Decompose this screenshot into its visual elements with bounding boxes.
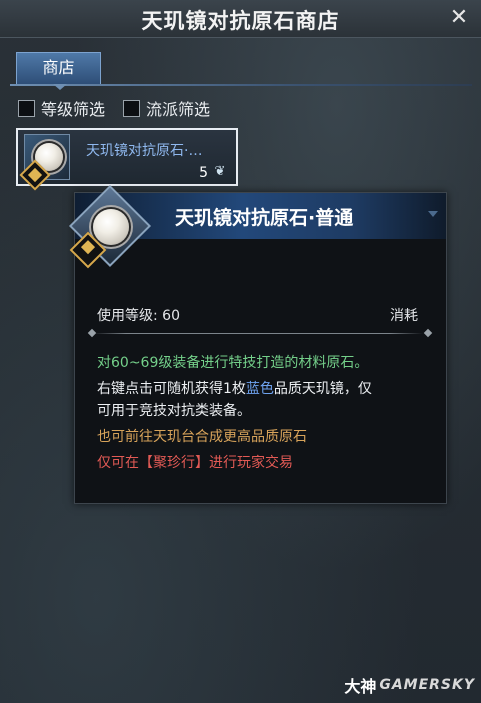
feather-icon: ❦ [214, 164, 226, 179]
watermark-en: GAMERSKY [379, 677, 475, 693]
divider [93, 333, 423, 334]
checkbox-icon [123, 99, 140, 117]
close-button[interactable]: ✕ [447, 6, 471, 30]
desc-line-1: 对60~69级装备进行特技打造的材料原石。 [97, 355, 369, 371]
desc-line-2-prefix: 右键点击可随机获得1枚 [97, 381, 246, 397]
desc-line-2-suffix: 品质天玑镜，仅 [273, 381, 372, 397]
item-price: 5 [199, 165, 208, 181]
desc-line-5: 仅可在【聚珍行】进行玩家交易 [97, 455, 293, 471]
divider-dot-left [87, 328, 97, 338]
item-tooltip: 天玑镜对抗原石·普通 使用等级: 60 消耗 对60~69级装备进行特技打造的材… [68, 184, 447, 504]
tooltip-item-icon [68, 184, 152, 269]
close-icon: ✕ [449, 5, 469, 30]
desc-line-2: 右键点击可随机获得1枚蓝色品质天玑镜，仅 [97, 379, 372, 399]
shop-window: 天玑镜对抗原石商店 ✕ 商店 等级筛选 流派筛选 天玑镜对抗原石·… 5 ❦ 天… [0, 0, 481, 703]
desc-line-2-highlight: 蓝色 [245, 381, 274, 397]
tooltip-title: 天玑镜对抗原石·普通 [175, 207, 354, 229]
level-filter-checkbox[interactable]: 等级筛选 [18, 98, 106, 119]
watermark: 大神 GAMERSKY [344, 673, 475, 697]
tab-underline [10, 84, 472, 86]
tooltip-arrow-icon [428, 211, 438, 217]
school-filter-checkbox[interactable]: 流派筛选 [123, 98, 211, 119]
tab-pointer [53, 84, 67, 90]
use-level: 使用等级: 60 [97, 308, 180, 324]
shop-item-card[interactable]: 天玑镜对抗原石·… 5 ❦ [16, 128, 238, 191]
school-filter-label: 流派筛选 [146, 100, 211, 119]
divider-dot-right [423, 328, 433, 338]
checkbox-icon [18, 99, 35, 117]
desc-line-4: 也可前往天玑台合成更高品质原石 [97, 429, 307, 445]
item-name: 天玑镜对抗原石·… [86, 143, 203, 159]
pearl-orb-icon [93, 209, 129, 245]
tab-shop[interactable]: 商店 [16, 52, 101, 84]
item-type: 消耗 [390, 308, 418, 324]
level-filter-label: 等级筛选 [41, 100, 106, 119]
window-title: 天玑镜对抗原石商店 [141, 8, 340, 33]
watermark-cn: 大神 [344, 677, 377, 696]
title-bar: 天玑镜对抗原石商店 ✕ [0, 0, 481, 38]
desc-line-3: 可用于竞技对抗类装备。 [97, 403, 251, 419]
